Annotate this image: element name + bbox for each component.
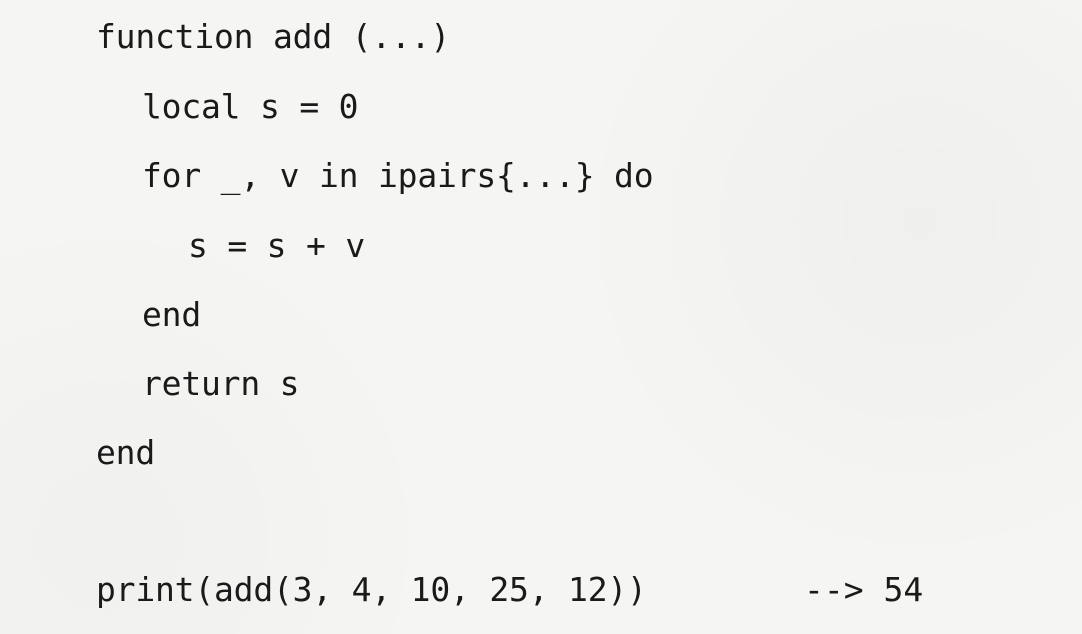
code-line-function: function add (...) [96,17,451,56]
code-line-return: return s [142,364,300,403]
code-line-sum: s = s + v [188,226,366,265]
code-line-print: print(add(3, 4, 10, 25, 12)) [96,570,647,609]
result-comment: --> 54 [804,570,924,609]
code-line-function-end: end [96,433,156,472]
document-page: function add (...) local s = 0 for _, v … [0,0,1082,634]
code-line-inner-end: end [142,295,202,334]
code-line-for: for _, v in ipairs{...} do [142,156,654,195]
code-line-local: local s = 0 [142,87,359,126]
